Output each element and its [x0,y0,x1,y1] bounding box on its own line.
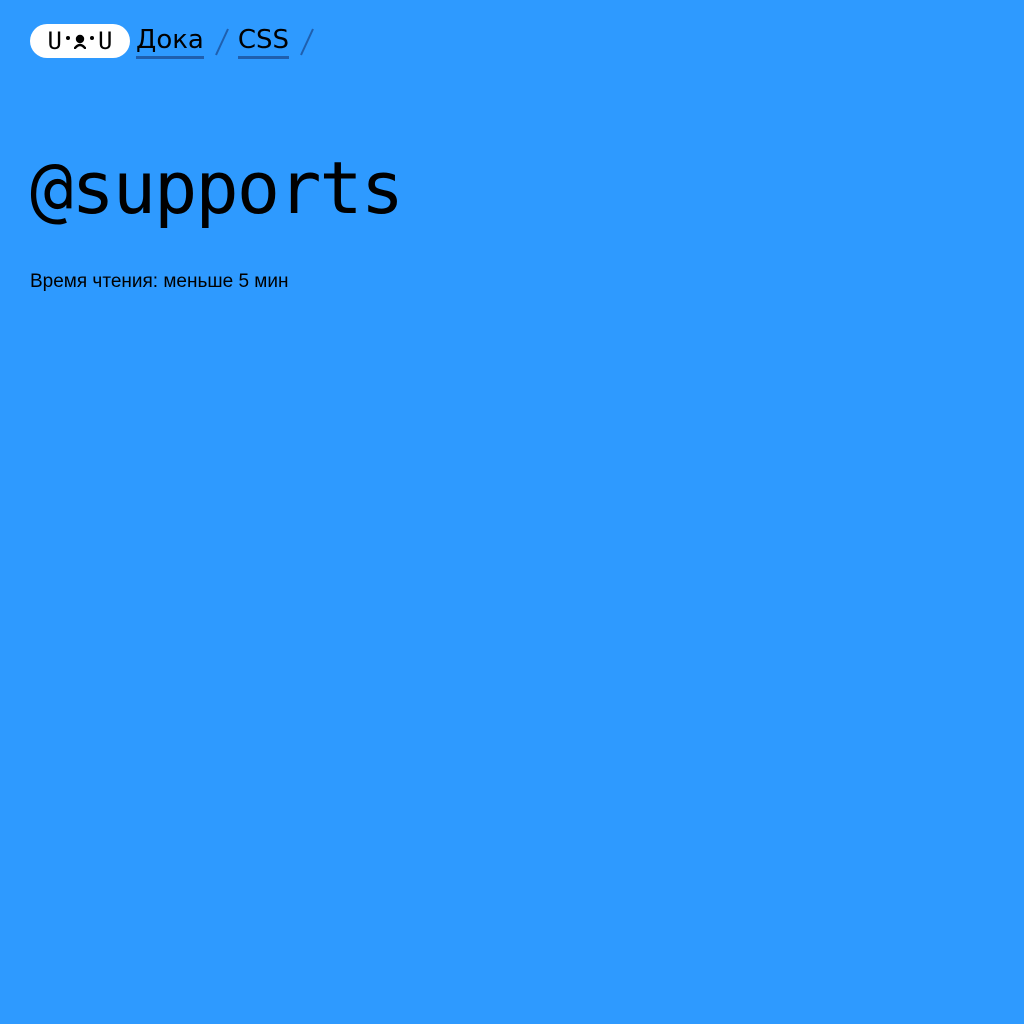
breadcrumb-link-doka[interactable]: Дока [136,24,204,59]
site-header: U U Дока CSS [30,23,323,59]
home-logo-link[interactable]: U U [30,24,130,58]
breadcrumb: Дока CSS [136,24,323,59]
logo-eye-left-icon [66,36,70,40]
breadcrumb-link-css[interactable]: CSS [237,24,290,59]
page-title: @supports [30,146,404,230]
slash-separator-icon [297,25,317,57]
logo-nose-icon [73,33,87,50]
logo-right-letter: U [98,27,113,55]
logo-eye-right-icon [90,36,94,40]
slash-separator-icon [212,25,232,57]
reading-time: Время чтения: меньше 5 мин [30,271,289,292]
logo-left-letter: U [47,27,62,55]
